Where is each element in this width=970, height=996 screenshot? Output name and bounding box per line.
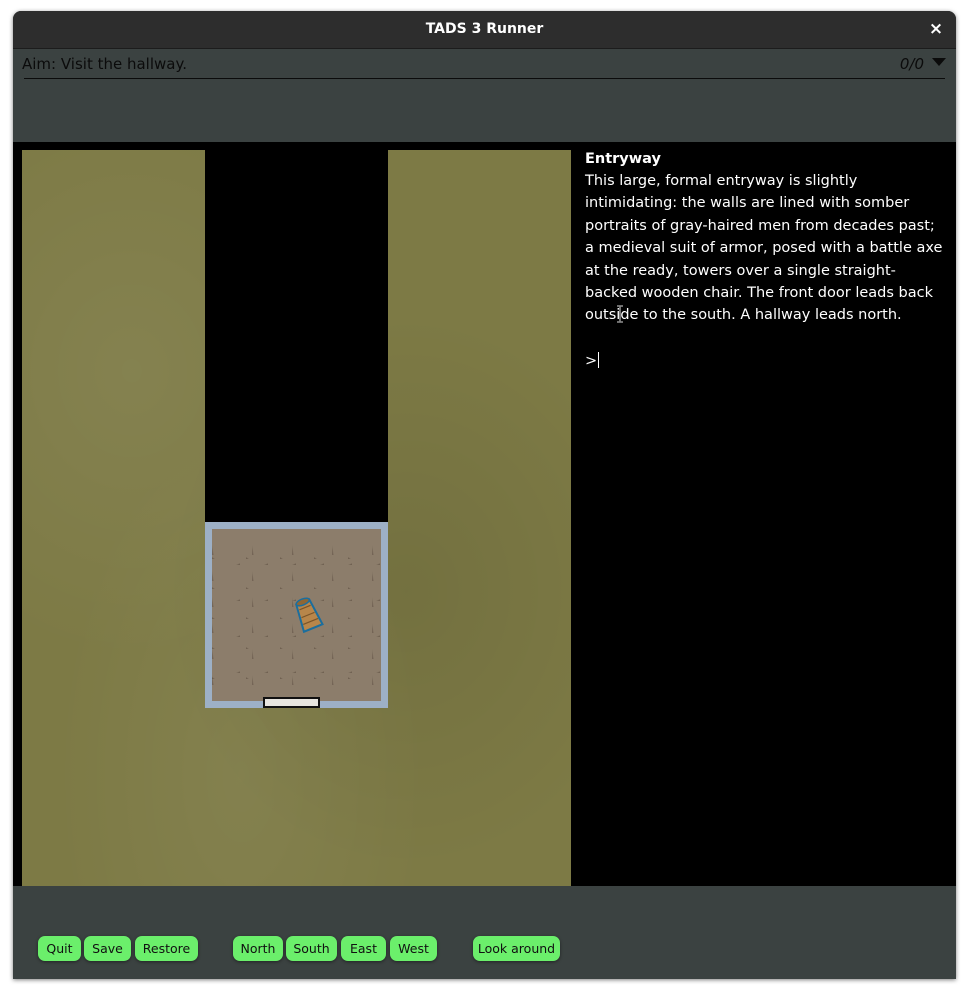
story-text-pane[interactable]: Entryway This large, formal entryway is …: [571, 142, 956, 886]
main-area: Entryway This large, formal entryway is …: [13, 142, 956, 886]
player-token-icon: [295, 597, 324, 634]
room-description: This large, formal entryway is slightly …: [585, 173, 943, 324]
north-button[interactable]: North: [233, 936, 283, 961]
text-cursor-icon: [617, 305, 623, 323]
room-title: Entryway: [585, 151, 661, 167]
save-button[interactable]: Save: [84, 936, 131, 961]
divider: [24, 78, 945, 79]
front-door: [263, 697, 320, 708]
look-around-button[interactable]: Look around: [473, 936, 560, 961]
east-button[interactable]: East: [341, 936, 386, 961]
command-input[interactable]: >: [585, 350, 600, 372]
aim-text: Aim: Visit the hallway.: [22, 55, 187, 73]
game-map: [22, 150, 571, 886]
unexplored-area: [205, 150, 388, 522]
app-window: TADS 3 Runner × Aim: Visit the hallway. …: [13, 11, 956, 979]
quit-button[interactable]: Quit: [38, 936, 81, 961]
score-counter: 0/0: [899, 55, 924, 73]
restore-button[interactable]: Restore: [135, 936, 198, 961]
west-button[interactable]: West: [390, 936, 437, 961]
command-button-bar: Quit Save Restore North South East West …: [13, 886, 956, 979]
chevron-down-icon[interactable]: [932, 58, 946, 66]
text-caret: [598, 352, 600, 368]
command-prompt: >: [585, 353, 598, 369]
close-icon[interactable]: ×: [926, 19, 946, 39]
title-bar: TADS 3 Runner ×: [13, 11, 956, 49]
south-button[interactable]: South: [286, 936, 337, 961]
aim-bar: Aim: Visit the hallway. 0/0: [13, 49, 956, 142]
window-title: TADS 3 Runner: [425, 21, 544, 37]
